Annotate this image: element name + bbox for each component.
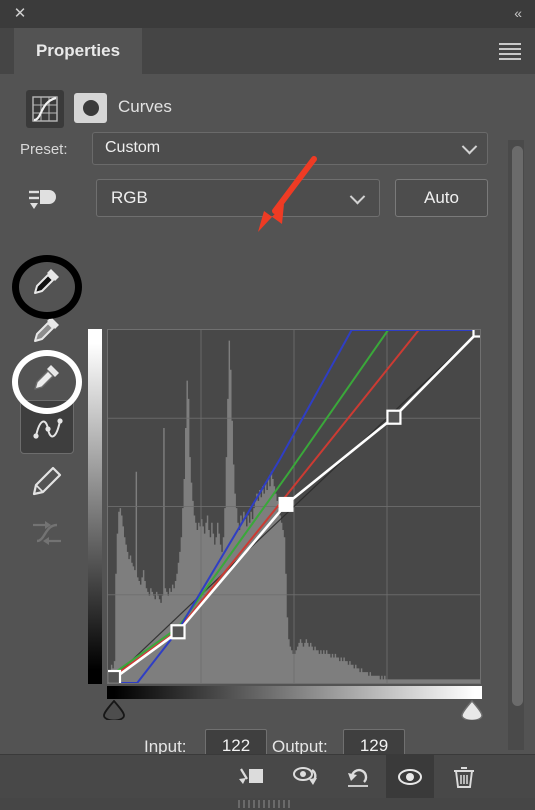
reset-adjustment-button[interactable] — [334, 755, 382, 799]
preset-value: Custom — [105, 139, 161, 156]
curves-plot-svg[interactable] — [108, 330, 480, 683]
output-gradient-strip — [88, 329, 102, 684]
auto-button[interactable]: Auto — [395, 179, 488, 217]
clip-to-layer-button[interactable] — [228, 755, 276, 799]
view-previous-state-button[interactable] — [282, 755, 330, 799]
collapse-panel-icon[interactable]: « — [514, 5, 522, 22]
panel-scrollbar-thumb[interactable] — [512, 146, 523, 706]
panel-bottom-bar — [0, 754, 535, 799]
close-icon[interactable]: ✕ — [12, 6, 28, 22]
delete-adjustment-layer-button[interactable] — [440, 755, 488, 799]
sample-gray-point-eyedropper[interactable] — [20, 302, 74, 356]
chevron-down-icon — [349, 188, 366, 205]
preset-label: Preset: — [20, 141, 68, 158]
curves-preset-options-icon[interactable] — [26, 186, 60, 214]
draw-pencil-curve-tool[interactable] — [20, 454, 74, 508]
input-gradient-strip — [107, 686, 482, 699]
edit-points-curve-tool[interactable] — [20, 400, 74, 454]
black-point-slider[interactable] — [102, 699, 126, 722]
curves-plot-area[interactable] — [107, 329, 481, 684]
tab-strip: Properties — [0, 28, 535, 74]
curves-adjustment-icon — [26, 90, 64, 128]
panel-body: Curves Preset: Custom RGB Auto Input: 12… — [0, 74, 535, 762]
chevron-down-icon — [461, 138, 478, 155]
channel-row: RGB Auto — [0, 179, 535, 223]
curves-graph[interactable] — [88, 257, 488, 722]
toggle-layer-visibility-button[interactable] — [386, 755, 434, 799]
white-point-slider[interactable] — [460, 699, 484, 722]
curves-tool-column — [16, 254, 78, 634]
panel-resize-grip[interactable] — [0, 798, 535, 810]
layer-mask-thumbnail[interactable] — [74, 93, 107, 123]
preset-row: Preset: Custom — [0, 132, 535, 172]
sample-white-point-eyedropper[interactable] — [20, 350, 74, 404]
preset-select[interactable]: Custom — [92, 132, 488, 165]
channel-select[interactable]: RGB — [96, 179, 380, 217]
adjustment-title: Curves — [118, 97, 172, 116]
sample-black-point-eyedropper[interactable] — [20, 254, 74, 308]
channel-value: RGB — [111, 188, 148, 207]
properties-panel: ✕ « Properties Curves Preset: Custom RGB… — [0, 0, 535, 810]
hamburger-menu-icon[interactable] — [499, 43, 521, 60]
tab-properties[interactable]: Properties — [14, 28, 142, 74]
adjustment-header: Curves — [0, 74, 535, 134]
panel-titlebar: ✕ « — [0, 0, 535, 28]
smooth-curve-tool — [20, 506, 74, 560]
